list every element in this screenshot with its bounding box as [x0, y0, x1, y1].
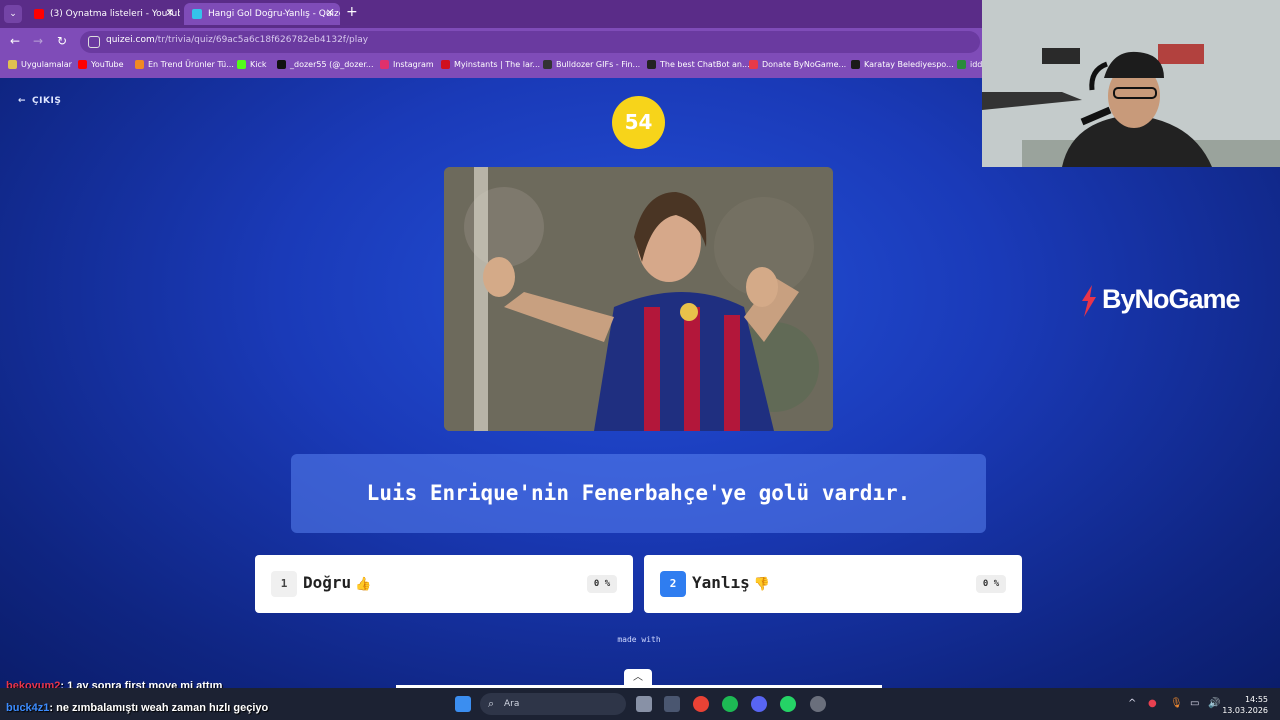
- search-placeholder: Ara: [504, 699, 520, 709]
- search-icon: ⌕: [488, 697, 495, 710]
- volume-icon[interactable]: 🔊: [1208, 698, 1220, 709]
- apps-icon: [8, 60, 17, 69]
- windows-start-icon[interactable]: [455, 696, 471, 712]
- answer-key-badge: 1: [271, 571, 297, 597]
- reload-icon[interactable]: ↻: [57, 34, 67, 48]
- answer-option-true[interactable]: 1 Doğru 👍 0 %: [255, 555, 633, 613]
- answer-option-false[interactable]: 2 Yanlış 👎 0 %: [644, 555, 1022, 613]
- taskbar-search-input[interactable]: ⌕ Ara: [480, 693, 626, 715]
- bynogame-overlay-logo: ByNoGame: [1078, 284, 1241, 317]
- bookmark-item[interactable]: The best ChatBot an...: [647, 60, 750, 69]
- footballer-photo: [444, 167, 833, 431]
- whatsapp-icon[interactable]: [780, 696, 796, 712]
- answer-key-badge: 2: [660, 571, 686, 597]
- clock-date: 13.03.2026: [1222, 706, 1268, 715]
- bookmark-item[interactable]: Bulldozer GIFs - Fin...: [543, 60, 640, 69]
- tab-title: (3) Oynatma listeleri - YouTube: [50, 9, 180, 19]
- instagram-icon: [380, 60, 389, 69]
- trend-icon: [135, 60, 144, 69]
- bookmark-item[interactable]: Donate ByNoGame...: [749, 60, 846, 69]
- made-with-label: made with: [617, 635, 661, 644]
- answer-label: Doğru: [303, 573, 352, 592]
- new-tab-icon[interactable]: +: [346, 4, 358, 20]
- url-input[interactable]: quizei.com/tr/trivia/quiz/69ac5a6c18f626…: [80, 31, 980, 53]
- exit-button[interactable]: ← ÇIKIŞ: [18, 96, 61, 106]
- network-icon[interactable]: ▭: [1190, 698, 1199, 709]
- bookmark-item[interactable]: Uygulamalar: [8, 60, 72, 69]
- myinstants-icon: [441, 60, 450, 69]
- answer-percent-badge: 0 %: [587, 575, 617, 593]
- bookmark-item[interactable]: Myinstants | The lar...: [441, 60, 540, 69]
- close-tab-icon[interactable]: ✕: [166, 3, 174, 25]
- question-text: Luis Enrique'nin Fenerbahçe'ye golü vard…: [291, 454, 986, 533]
- close-tab-icon[interactable]: ✕: [326, 3, 334, 25]
- kick-icon: [237, 60, 246, 69]
- karatay-icon: [851, 60, 860, 69]
- tab-quizei[interactable]: Hangi Gol Doğru-Yanlış - Quize ✕: [184, 3, 340, 25]
- tray-app-icon[interactable]: ●: [1148, 698, 1157, 709]
- chevron-up-icon[interactable]: ︿: [624, 669, 652, 687]
- thumbs-up-icon: 👍: [355, 577, 372, 592]
- site-info-icon[interactable]: [88, 36, 100, 48]
- streamer-webcam-image: [982, 0, 1280, 167]
- chat-message: buck4z1: ne zımbalamıştı weah zaman hızl…: [6, 702, 268, 714]
- chrome-icon[interactable]: [693, 696, 709, 712]
- brand-text: ByNoGame: [1102, 284, 1241, 314]
- bookmark-item[interactable]: _dozer55 (@_dozer...: [277, 60, 374, 69]
- countdown-timer: 54: [612, 96, 665, 149]
- arrow-left-icon: ←: [18, 96, 27, 106]
- youtube-icon: [78, 60, 87, 69]
- tab-youtube[interactable]: (3) Oynatma listeleri - YouTube ✕: [26, 3, 180, 25]
- webcam-overlay: [982, 0, 1280, 167]
- gif-icon: [543, 60, 552, 69]
- chat-username: buck4z1: [6, 702, 50, 714]
- store-icon[interactable]: [664, 696, 680, 712]
- answer-label: Yanlış: [692, 573, 750, 592]
- url-path: /tr/trivia/quiz/69ac5a6c18f626782eb4132f…: [154, 35, 369, 45]
- microphone-icon[interactable]: 🎙: [1170, 698, 1183, 709]
- obs-icon[interactable]: [810, 696, 826, 712]
- taskbar-clock[interactable]: 14:55 13.03.2026: [1222, 694, 1268, 716]
- quiz-page: ← ÇIKIŞ 54 Luis Enrique'nin Fenerbahçe'y…: [0, 78, 1280, 688]
- screen: ⌄ (3) Oynatma listeleri - YouTube ✕ Hang…: [0, 0, 1280, 720]
- thumbs-down-icon: 👎: [753, 577, 770, 592]
- youtube-favicon-icon: [34, 8, 44, 19]
- bookmark-item[interactable]: Karatay Belediyespo...: [851, 60, 954, 69]
- question-image: [444, 167, 833, 431]
- clock-time: 14:55: [1244, 695, 1268, 704]
- bookmark-item[interactable]: Kick: [237, 60, 267, 69]
- task-view-icon[interactable]: [636, 696, 652, 712]
- donate-icon: [749, 60, 758, 69]
- bookmark-item[interactable]: En Trend Ürünler Tü...: [135, 60, 234, 69]
- tray-overflow-icon[interactable]: ^: [1128, 698, 1136, 709]
- bynogame-mark-icon: [1082, 284, 1096, 317]
- tab-title: Hangi Gol Doğru-Yanlış - Quize: [208, 9, 340, 19]
- tiktok-icon: [277, 60, 286, 69]
- spotify-icon[interactable]: [722, 696, 738, 712]
- chatbot-icon: [647, 60, 656, 69]
- answer-percent-badge: 0 %: [976, 575, 1006, 593]
- url-host: quizei.com: [106, 35, 155, 45]
- bookmark-item[interactable]: YouTube: [78, 60, 124, 69]
- idda-icon: [957, 60, 966, 69]
- exit-label: ÇIKIŞ: [32, 96, 62, 106]
- forward-icon[interactable]: →: [33, 34, 43, 48]
- bookmark-item[interactable]: Instagram: [380, 60, 434, 69]
- discord-icon[interactable]: [751, 696, 767, 712]
- chat-text: : ne zımbalamıştı weah zaman hızlı geçiy…: [49, 702, 269, 714]
- back-icon[interactable]: ←: [10, 34, 20, 48]
- tab-search-button[interactable]: ⌄: [4, 5, 22, 23]
- quizei-favicon-icon: [192, 8, 202, 19]
